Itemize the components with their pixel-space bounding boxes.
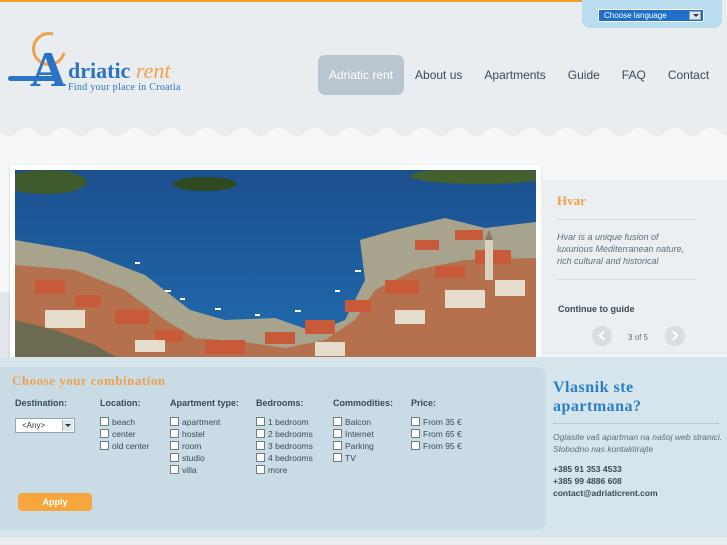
destination-header: Destination:: [15, 398, 68, 408]
checkbox[interactable]: [411, 417, 420, 426]
commodity-option-parking[interactable]: Parking: [333, 440, 374, 452]
divider: [553, 423, 719, 424]
logo-letter: A: [30, 41, 67, 97]
bedrooms-option-1[interactable]: 1 bedroom: [256, 416, 309, 428]
nav-item-apartments[interactable]: Apartments: [473, 55, 556, 95]
logo[interactable]: A driatic rent Find your place in Croati…: [8, 25, 208, 100]
main-nav: Adriatic rent About us Apartments Guide …: [318, 55, 720, 95]
continue-to-guide-link[interactable]: Continue to guide: [558, 304, 635, 314]
checkbox[interactable]: [170, 417, 179, 426]
checkbox[interactable]: [256, 417, 265, 426]
checkbox[interactable]: [256, 429, 265, 438]
checkbox[interactable]: [100, 441, 109, 450]
type-option-studio[interactable]: studio: [170, 452, 205, 464]
chevron-down-icon: [689, 11, 701, 20]
owner-title: Vlasnik ste apartmana?: [553, 379, 642, 415]
checkbox[interactable]: [256, 441, 265, 450]
checkbox[interactable]: [100, 417, 109, 426]
logo-name: driatic rent: [68, 58, 170, 84]
checkbox[interactable]: [170, 453, 179, 462]
bedrooms-header: Bedrooms:: [256, 398, 304, 408]
owner-text: Oglasite vaš apartman na našoj web stran…: [553, 432, 723, 454]
logo-name-accent: rent: [135, 58, 171, 83]
email-link[interactable]: contact@adriaticrent.com: [553, 488, 658, 498]
type-option-apartment[interactable]: apartment: [170, 416, 220, 428]
slideshow-photo[interactable]: [15, 170, 536, 362]
location-header: Location:: [100, 398, 141, 408]
commodity-option-balcon[interactable]: Balcon: [333, 416, 371, 428]
destination-select[interactable]: <Any>: [15, 418, 75, 433]
nav-item-about-us[interactable]: About us: [404, 55, 473, 95]
location-option-old-center[interactable]: old center: [100, 440, 149, 452]
top-accent-line: [0, 0, 582, 2]
logo-tagline: Find your place in Croatia: [68, 82, 181, 93]
checkbox[interactable]: [170, 441, 179, 450]
price-option-95[interactable]: From 95 €: [411, 440, 462, 452]
commodity-option-tv[interactable]: TV: [333, 452, 356, 464]
apply-button[interactable]: Apply: [18, 493, 92, 511]
chevron-down-icon: [62, 420, 73, 431]
nav-item-adriatic-rent[interactable]: Adriatic rent: [318, 55, 405, 95]
divider: [557, 219, 696, 220]
checkbox[interactable]: [256, 465, 265, 474]
divider: [557, 279, 696, 280]
checkbox[interactable]: [170, 465, 179, 474]
phone-2: +385 99 4886 608: [553, 476, 622, 486]
checkbox[interactable]: [411, 429, 420, 438]
bedrooms-option-3[interactable]: 3 bedrooms: [256, 440, 313, 452]
next-slide-button[interactable]: [665, 326, 685, 346]
location-option-beach[interactable]: beach: [100, 416, 135, 428]
type-option-villa[interactable]: villa: [170, 464, 197, 476]
checkbox[interactable]: [411, 441, 420, 450]
nav-item-faq[interactable]: FAQ: [611, 55, 657, 95]
location-option-center[interactable]: center: [100, 428, 136, 440]
checkbox[interactable]: [170, 429, 179, 438]
type-option-hostel[interactable]: hostel: [170, 428, 205, 440]
checkbox[interactable]: [333, 429, 342, 438]
checkbox[interactable]: [333, 417, 342, 426]
slide-title: Hvar: [557, 193, 586, 208]
apartment-type-header: Apartment type:: [170, 398, 240, 408]
footer-strip: [0, 536, 727, 545]
slide-counter: 3 of 5: [627, 333, 648, 342]
phone-1: +385 91 353 4533: [553, 464, 622, 474]
price-option-35[interactable]: From 35 €: [411, 416, 462, 428]
logo-name-main: driatic: [68, 58, 131, 83]
checkbox[interactable]: [333, 453, 342, 462]
checkbox[interactable]: [256, 453, 265, 462]
bedrooms-option-2[interactable]: 2 bedrooms: [256, 428, 313, 440]
destination-value: <Any>: [22, 421, 46, 430]
price-header: Price:: [411, 398, 437, 408]
commodities-header: Commodities:: [333, 398, 394, 408]
previous-slide-button[interactable]: [592, 326, 612, 346]
language-select-label: Choose language: [604, 11, 667, 20]
slide-description: Hvar is a unique fusion of luxurious Med…: [557, 232, 685, 266]
checkbox[interactable]: [333, 441, 342, 450]
nav-item-guide[interactable]: Guide: [557, 55, 611, 95]
commodity-option-internet[interactable]: Internet: [333, 428, 374, 440]
price-option-65[interactable]: From 65 €: [411, 428, 462, 440]
language-select[interactable]: Choose language: [598, 9, 704, 22]
nav-item-contact[interactable]: Contact: [657, 55, 720, 95]
bedrooms-option-4[interactable]: 4 bedrooms: [256, 452, 313, 464]
hvar-harbor-image: [15, 170, 536, 362]
checkbox[interactable]: [100, 429, 109, 438]
type-option-room[interactable]: room: [170, 440, 201, 452]
search-title: Choose your combination: [12, 373, 166, 388]
bedrooms-option-more[interactable]: more: [256, 464, 287, 476]
